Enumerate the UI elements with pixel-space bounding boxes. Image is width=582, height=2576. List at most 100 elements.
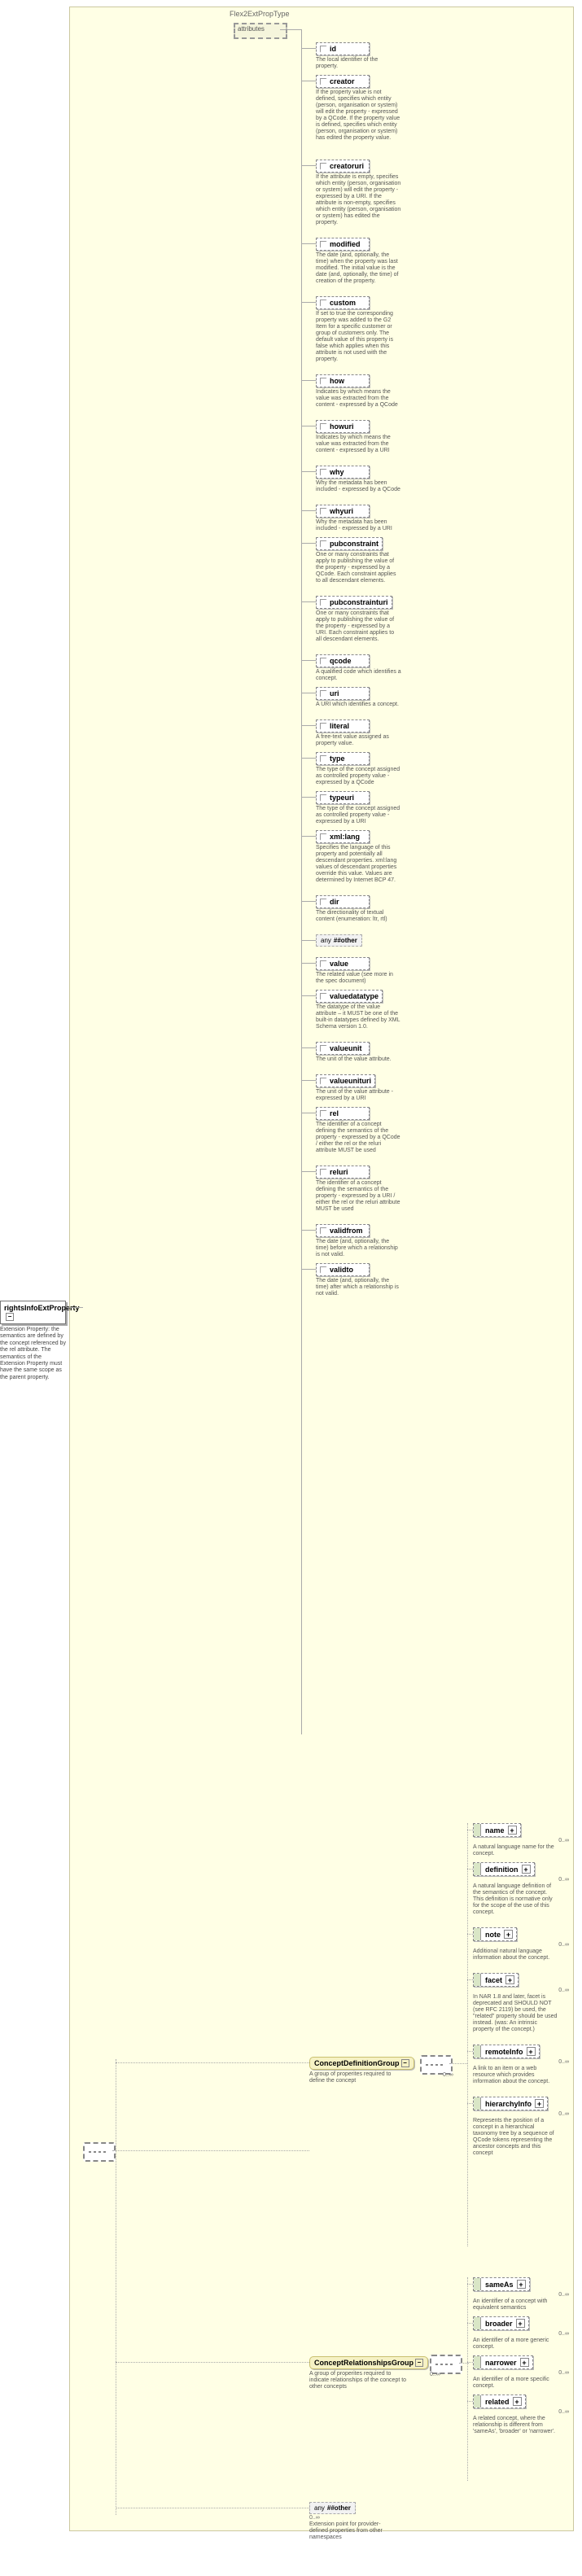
attr-head[interactable]: creatoruri (316, 160, 370, 173)
attr-icon (320, 690, 327, 698)
attr-head[interactable]: typeuri (316, 791, 370, 804)
connector (467, 2103, 473, 2104)
connector (467, 2284, 473, 2285)
attr-desc: The datatype of the value attribute – it… (316, 1004, 401, 1030)
attr-label: uri (330, 689, 339, 698)
attr-label: whyuri (330, 507, 353, 515)
attr-id: id The local identifier of the property. (316, 42, 441, 70)
expand-icon[interactable]: + (516, 2319, 525, 2328)
elem-head[interactable]: broader+ (473, 2316, 529, 2330)
attr-head[interactable]: literal (316, 719, 370, 733)
expand-icon[interactable]: + (535, 2099, 544, 2108)
attr-head[interactable]: value (316, 957, 370, 970)
any-ns: ##other (327, 2504, 351, 2512)
attr-head[interactable]: valueunit (316, 1042, 370, 1055)
attr-head[interactable]: whyuri (316, 505, 370, 518)
diagram-canvas: Flex2ExtPropType attributes rightsInfoEx… (0, 0, 582, 2576)
attr-icon (320, 755, 327, 763)
attr-head[interactable]: validfrom (316, 1224, 370, 1237)
attr-head[interactable]: pubconstrainturi (316, 596, 392, 609)
elem-head[interactable]: narrower+ (473, 2355, 533, 2369)
elem-remoteInfo: remoteInfo+ 0..∞ A link to an item or a … (473, 2045, 569, 2085)
attr-valueunit: valueunit The unit of the value attribut… (316, 1042, 441, 1063)
elem-head[interactable]: hierarchyInfo+ (473, 2097, 548, 2110)
attr-icon (320, 378, 327, 385)
attr-label: id (330, 45, 336, 53)
elem-card: 0..∞ (473, 1988, 569, 1993)
attr-desc: The date (and, optionally, the time) whe… (316, 252, 401, 285)
concept-relationships-group[interactable]: ConceptRelationshipsGroup− (309, 2356, 428, 2369)
attr-label: dir (330, 898, 339, 906)
attr-validto: validto The date (and, optionally, the t… (316, 1263, 441, 1297)
attr-desc: The type of the concept assigned as cont… (316, 767, 401, 786)
attr-head[interactable]: modified (316, 238, 370, 251)
elem-head[interactable]: sameAs+ (473, 2277, 530, 2291)
attr-head[interactable]: validto (316, 1263, 370, 1276)
attr-head[interactable]: pubconstraint (316, 537, 383, 550)
elem-desc: A link to an item or a web resource whic… (473, 2066, 558, 2085)
attr-head[interactable]: id (316, 42, 370, 55)
attr-head[interactable]: valuedatatype (316, 990, 383, 1003)
connector (301, 1269, 316, 1270)
any-element: any ##other 0..∞ Extension point for pro… (309, 2502, 395, 2541)
elem-head[interactable]: name+ (473, 1823, 521, 1837)
elem-name: name+ 0..∞ A natural language name for t… (473, 1823, 569, 1857)
attr-desc: One or many constraints that apply to pu… (316, 552, 401, 584)
root-element-name[interactable]: rightsInfoExtProperty− (0, 1301, 66, 1324)
expand-icon[interactable]: + (508, 1826, 517, 1835)
attr-desc: Indicates by which means the value was e… (316, 435, 401, 454)
connector (301, 1080, 316, 1081)
expand-icon[interactable]: + (527, 2047, 536, 2056)
attr-head[interactable]: howuri (316, 420, 370, 433)
expand-icon[interactable]: + (504, 1930, 513, 1939)
elem-facet: facet+ 0..∞ In NAR 1.8 and later, facet … (473, 1973, 569, 2033)
concept-definition-group[interactable]: ConceptDefinitionGroup− (309, 2057, 414, 2070)
collapse-icon[interactable]: − (401, 2059, 409, 2067)
elem-desc: An identifier of a concept with equivale… (473, 2298, 558, 2311)
expand-icon[interactable]: + (505, 1975, 514, 1984)
attr-head[interactable]: custom (316, 296, 370, 309)
attr-desc: The identifier of a concept defining the… (316, 1122, 401, 1154)
cdg-label: ConceptDefinitionGroup (314, 2059, 400, 2067)
elem-head[interactable]: remoteInfo+ (473, 2045, 540, 2058)
attr-label: qcode (330, 657, 352, 665)
attr-head[interactable]: qcode (316, 654, 370, 667)
elem-hierarchyInfo: hierarchyInfo+ 0..∞ Represents the posit… (473, 2097, 569, 2157)
attr-head[interactable]: creator (316, 75, 370, 88)
expand-icon[interactable]: + (517, 2280, 526, 2289)
attr-head[interactable]: why (316, 466, 370, 479)
attr-label: value (330, 960, 348, 968)
elem-head[interactable]: definition+ (473, 1862, 535, 1876)
attr-head[interactable]: valueunituri (316, 1074, 375, 1087)
attr-head[interactable]: how (316, 374, 370, 387)
expand-icon[interactable]: + (513, 2397, 522, 2406)
attr-label: validto (330, 1266, 353, 1274)
elem-sameAs: sameAs+ 0..∞ An identifier of a concept … (473, 2277, 569, 2311)
attr-type: type The type of the concept assigned as… (316, 752, 441, 786)
elem-head[interactable]: facet+ (473, 1973, 519, 1987)
attr-head[interactable]: uri (316, 687, 370, 700)
attr-icon (320, 1266, 327, 1274)
collapse-icon[interactable]: − (6, 1313, 14, 1321)
attr-modified: modified The date (and, optionally, the … (316, 238, 441, 285)
attributes-group-box: attributes (234, 23, 287, 39)
attr-valuedatatype: valuedatatype The datatype of the value … (316, 990, 441, 1030)
elem-head[interactable]: related+ (473, 2394, 526, 2408)
elem-desc: A natural language name for the concept. (473, 1844, 558, 1857)
elem-related: related+ 0..∞ A related concept, where t… (473, 2394, 569, 2435)
attr-head[interactable]: dir (316, 895, 370, 908)
attr-head[interactable]: rel (316, 1107, 370, 1120)
attr-spine (301, 29, 302, 1734)
attr-head[interactable]: xml:lang (316, 830, 370, 843)
attr-label: typeuri (330, 794, 354, 802)
collapse-icon[interactable]: − (415, 2359, 423, 2367)
any-desc: Extension point for provider-defined pro… (309, 2521, 395, 2541)
attr-head[interactable]: reluri (316, 1166, 370, 1179)
attr-head[interactable]: type (316, 752, 370, 765)
attr-desc: Why the metadata has been included - exp… (316, 480, 401, 493)
attr-desc: The date (and, optionally, the time) bef… (316, 1239, 401, 1258)
attr-rel: rel The identifier of a concept defining… (316, 1107, 441, 1154)
elem-head[interactable]: note+ (473, 1927, 517, 1941)
expand-icon[interactable]: + (522, 1865, 531, 1874)
expand-icon[interactable]: + (520, 2358, 529, 2367)
